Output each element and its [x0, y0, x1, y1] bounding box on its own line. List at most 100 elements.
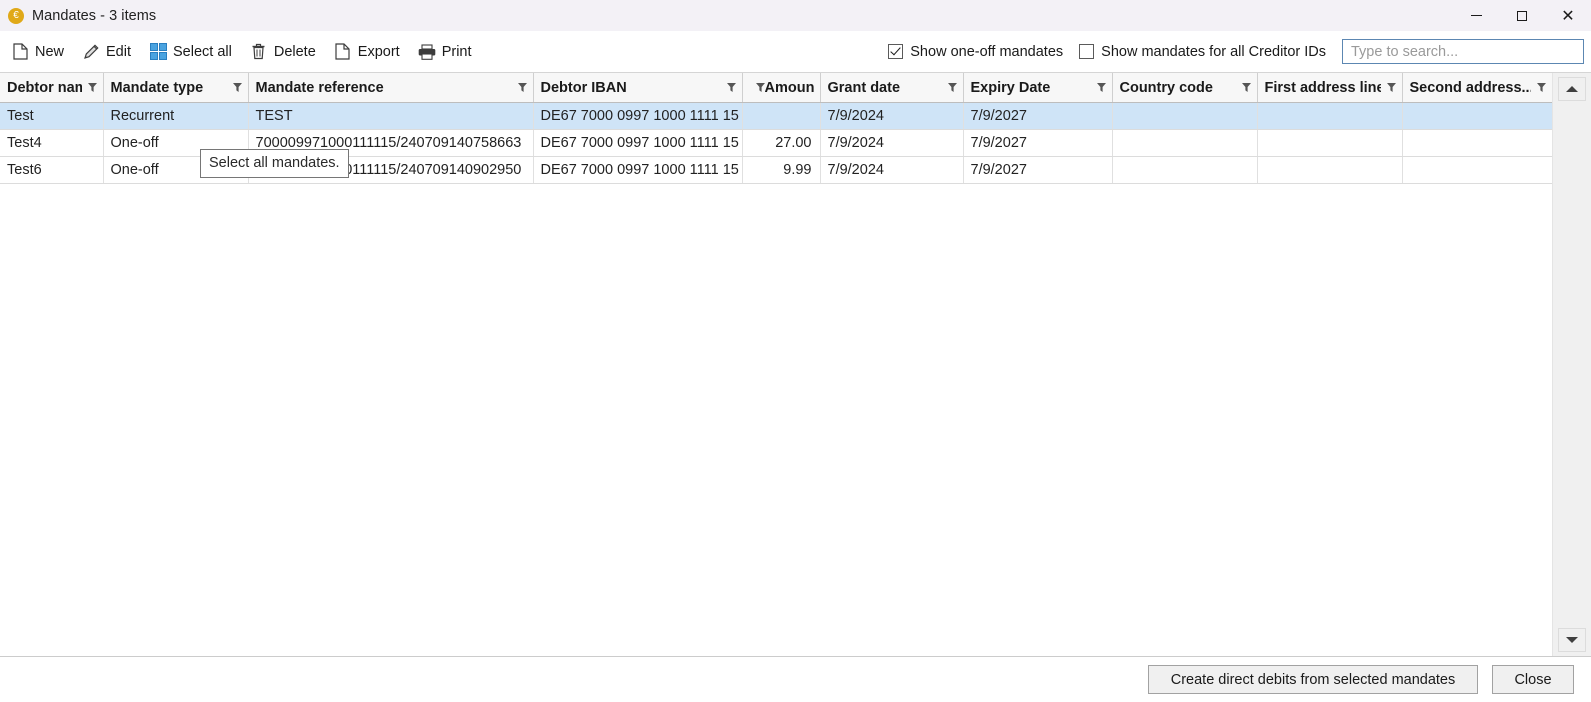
cell-amount — [742, 102, 821, 130]
cell-debtor-name: Test — [0, 102, 104, 130]
cell-debtor-name: Test6 — [0, 156, 104, 184]
column-header-country-code[interactable]: Country code — [1112, 73, 1258, 103]
column-header-label: Debtor name — [7, 79, 82, 96]
column-header-label: Debtor IBAN — [540, 79, 627, 96]
filter-icon[interactable] — [1096, 82, 1106, 93]
filter-icon[interactable] — [87, 82, 97, 93]
select-all-button-label: Select all — [173, 43, 232, 60]
column-header-first-address-line[interactable]: First address line — [1257, 73, 1403, 103]
column-header-debtor-name[interactable]: Debtor name — [0, 73, 104, 103]
checkbox-checked-icon — [888, 44, 904, 59]
euro-coin-icon — [8, 7, 24, 24]
column-header-amount[interactable]: Amount — [742, 73, 821, 103]
cell-grant-date: 7/9/2024 — [820, 102, 964, 130]
column-header-debtor-iban[interactable]: Debtor IBAN — [533, 73, 743, 103]
column-header-label: Amount — [764, 79, 814, 96]
show-one-off-mandates-label: Show one-off mandates — [910, 43, 1064, 60]
column-header-expiry-date[interactable]: Expiry Date — [963, 73, 1113, 103]
search-input[interactable] — [1349, 42, 1577, 61]
filter-icon[interactable] — [517, 82, 527, 93]
filter-icon[interactable] — [1536, 82, 1546, 93]
cell-country-code — [1112, 102, 1258, 130]
footer-bar: Create direct debits from selected manda… — [0, 656, 1591, 702]
delete-button[interactable]: Delete — [243, 37, 325, 67]
table-row[interactable]: Test Recurrent TEST DE67 7000 0997 1000 … — [0, 102, 1552, 130]
cell-first-address-line — [1257, 102, 1403, 130]
cell-debtor-iban: DE67 7000 0997 1000 1111 15 — [533, 156, 743, 184]
cell-expiry-date: 7/9/2027 — [963, 102, 1113, 130]
cell-second-address-line — [1402, 156, 1552, 184]
cell-second-address-line — [1402, 102, 1552, 130]
filter-icon[interactable] — [726, 82, 736, 93]
column-header-grant-date[interactable]: Grant date — [820, 73, 964, 103]
pencil-icon — [82, 43, 100, 61]
tooltip: Select all mandates. — [200, 149, 349, 178]
new-button-label: New — [35, 43, 65, 60]
cell-mandate-type: Recurrent — [103, 102, 249, 130]
scroll-up-arrow-icon — [1566, 86, 1578, 92]
edit-button[interactable]: Edit — [75, 37, 140, 67]
column-header-label: Country code — [1119, 79, 1213, 96]
cell-amount: 9.99 — [742, 156, 821, 184]
print-button[interactable]: Print — [411, 37, 481, 67]
printer-icon — [418, 43, 436, 61]
search-box[interactable] — [1342, 39, 1584, 64]
show-all-creditor-ids-checkbox[interactable]: Show mandates for all Creditor IDs — [1079, 44, 1326, 60]
scroll-down-arrow-icon — [1566, 637, 1578, 643]
cell-debtor-name: Test4 — [0, 129, 104, 157]
minimize-button[interactable] — [1453, 0, 1499, 31]
filter-icon[interactable] — [1241, 82, 1251, 93]
close-icon: ✕ — [1561, 5, 1575, 25]
cell-grant-date: 7/9/2024 — [820, 156, 964, 184]
column-header-label: Expiry Date — [970, 79, 1051, 96]
select-all-grid-icon — [149, 43, 167, 61]
export-button[interactable]: Export — [327, 37, 409, 67]
column-header-label: Second address... — [1409, 79, 1531, 96]
new-button[interactable]: New — [4, 37, 73, 67]
show-all-creditor-ids-label: Show mandates for all Creditor IDs — [1101, 43, 1326, 60]
document-icon — [334, 43, 352, 61]
column-header-second-address-line[interactable]: Second address... — [1402, 73, 1552, 103]
cell-country-code — [1112, 129, 1258, 157]
filter-icon[interactable] — [947, 82, 957, 93]
filter-icon[interactable] — [755, 82, 765, 93]
close-button[interactable]: Close — [1492, 665, 1574, 694]
delete-button-label: Delete — [273, 43, 316, 60]
column-header-label: First address line — [1264, 79, 1381, 96]
select-all-button[interactable]: Select all — [142, 37, 241, 67]
cell-country-code — [1112, 156, 1258, 184]
create-direct-debits-button[interactable]: Create direct debits from selected manda… — [1148, 665, 1478, 694]
scroll-up-button[interactable] — [1558, 77, 1586, 101]
cell-grant-date: 7/9/2024 — [820, 129, 964, 157]
window-title: Mandates - 3 items — [32, 7, 157, 24]
cell-expiry-date: 7/9/2027 — [963, 156, 1113, 184]
cell-debtor-iban: DE67 7000 0997 1000 1111 15 — [533, 102, 743, 130]
scroll-down-button[interactable] — [1558, 628, 1586, 652]
edit-button-label: Edit — [106, 43, 132, 60]
vertical-scrollbar[interactable] — [1552, 73, 1591, 656]
checkbox-unchecked-icon — [1079, 44, 1095, 59]
column-header-label: Mandate type — [110, 79, 204, 96]
cell-debtor-iban: DE67 7000 0997 1000 1111 15 — [533, 129, 743, 157]
cell-amount: 27.00 — [742, 129, 821, 157]
print-button-label: Print — [441, 43, 472, 60]
export-button-label: Export — [357, 43, 400, 60]
toolbar: New Edit Select all Delete Export Print … — [0, 31, 1591, 72]
maximize-button[interactable] — [1499, 0, 1545, 31]
mandates-window: Mandates - 3 items ✕ New — [0, 0, 1591, 702]
column-header-mandate-type[interactable]: Mandate type — [103, 73, 249, 103]
show-one-off-mandates-checkbox[interactable]: Show one-off mandates — [888, 44, 1063, 60]
filter-icon[interactable] — [232, 82, 242, 93]
table-header-row: Debtor name Mandate type — [0, 73, 1552, 103]
cell-second-address-line — [1402, 129, 1552, 157]
column-header-mandate-reference[interactable]: Mandate reference — [248, 73, 534, 103]
cell-mandate-reference: TEST — [248, 102, 534, 130]
grid-empty-area — [0, 184, 1552, 656]
maximize-icon — [1517, 10, 1527, 21]
window-title-bar: Mandates - 3 items ✕ — [0, 0, 1591, 31]
column-header-label: Grant date — [827, 79, 901, 96]
new-document-icon — [11, 43, 29, 61]
cell-expiry-date: 7/9/2027 — [963, 129, 1113, 157]
filter-icon[interactable] — [1386, 82, 1396, 93]
close-window-button[interactable]: ✕ — [1545, 0, 1591, 31]
